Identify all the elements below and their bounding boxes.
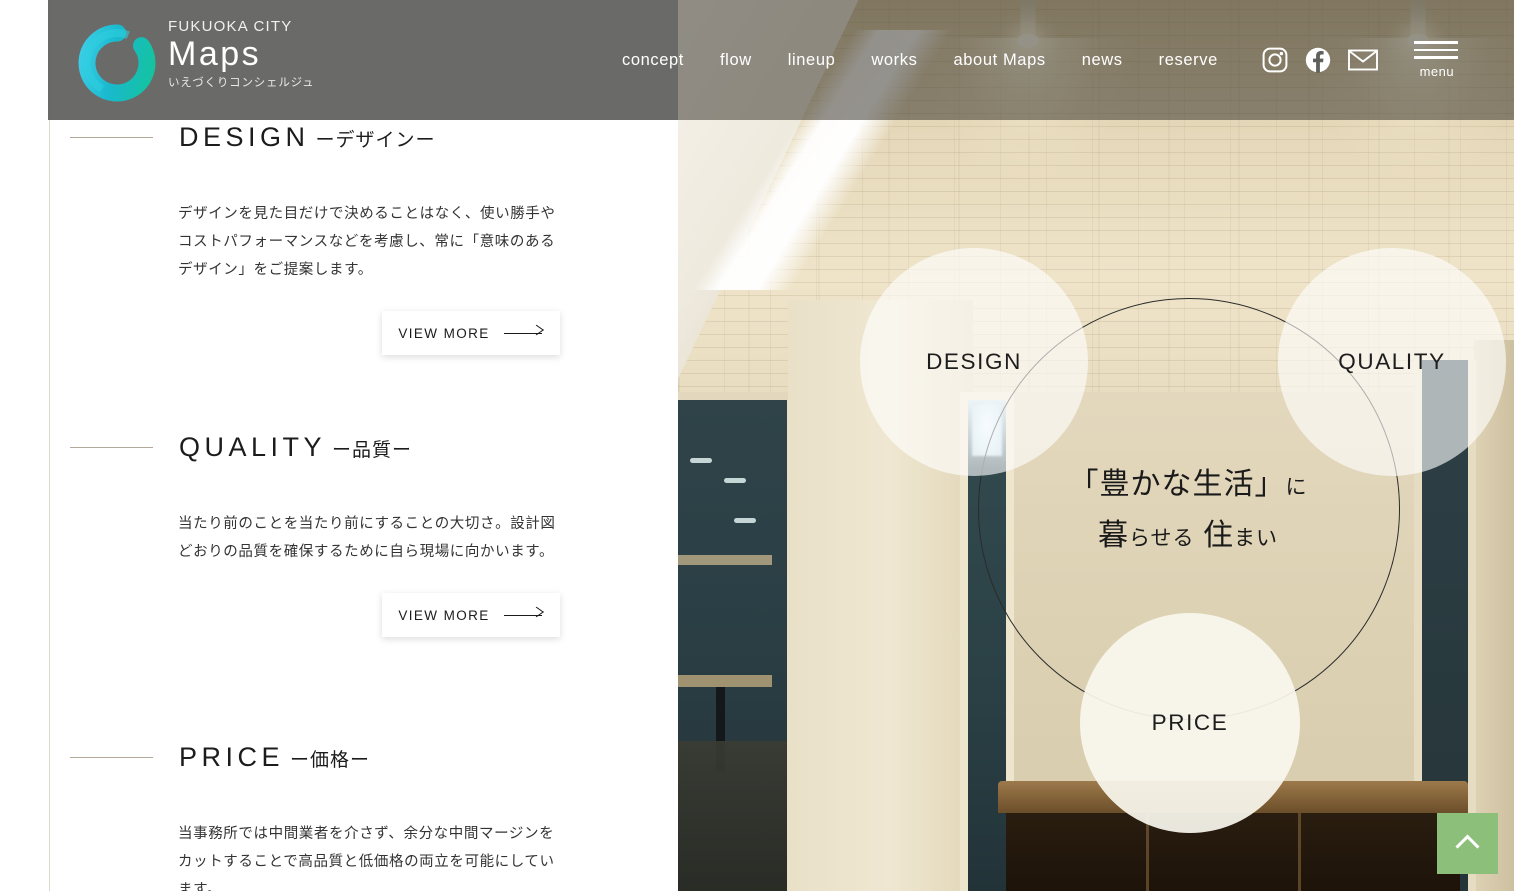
heading-rule — [70, 757, 153, 758]
section-quality-heading: QUALITY ー品質ー — [0, 432, 678, 463]
nav-item-reserve[interactable]: reserve — [1141, 51, 1236, 70]
design-view-more-button[interactable]: VIEW MORE — [382, 311, 560, 355]
nav-item-news[interactable]: news — [1064, 51, 1141, 70]
bubble-design-label: DESIGN — [926, 349, 1022, 374]
section-design: DESIGN ーデザインー デザインを見た目だけで決めることはなく、使い勝手やコス… — [0, 122, 678, 355]
section-quality-title-en: QUALITY — [179, 432, 327, 462]
quality-view-more-button[interactable]: VIEW MORE — [382, 593, 560, 637]
glass-partition-doorway — [678, 400, 792, 891]
heading-rule — [70, 137, 153, 138]
mail-icon[interactable] — [1347, 49, 1378, 71]
bubble-price-label: PRICE — [1151, 710, 1229, 735]
section-design-title-en: DESIGN — [179, 122, 310, 152]
nav-item-flow[interactable]: flow — [702, 51, 770, 70]
scroll-to-top-button[interactable] — [1437, 813, 1498, 874]
section-design-heading: DESIGN ーデザインー — [0, 122, 678, 153]
arrow-right-icon — [503, 611, 544, 620]
brand-subtitle: いえづくりコンシェルジュ — [168, 77, 315, 89]
bubble-quality[interactable]: QUALITY — [1278, 248, 1506, 476]
social-links — [1262, 47, 1378, 73]
chevron-up-icon — [1455, 834, 1480, 859]
nav-item-about-maps[interactable]: about Maps — [935, 51, 1063, 70]
page-root: DESIGN QUALITY PRICE 「豊かな生活」に 暮らせる 住まい D… — [0, 0, 1514, 891]
heading-rule — [70, 447, 153, 448]
quality-view-more-label: VIEW MORE — [398, 607, 490, 623]
arrow-right-icon — [503, 329, 544, 338]
section-price-title-en: PRICE — [179, 742, 285, 772]
facebook-icon[interactable] — [1305, 47, 1331, 73]
section-price-body: 当事務所では中間業者を介さず、余分な中間マージンをカットすることで高品質と低価格… — [178, 826, 555, 891]
section-price-heading: PRICE ー価格ー — [0, 742, 678, 773]
main-navigation: concept flow lineup works about Maps new… — [604, 0, 1460, 120]
nav-item-works[interactable]: works — [853, 51, 935, 70]
content-panel: DESIGN ーデザインー デザインを見た目だけで決めることはなく、使い勝手やコス… — [0, 0, 678, 891]
section-quality: QUALITY ー品質ー 当たり前のことを当たり前にすることの大切さ。設計図どおり… — [0, 432, 678, 637]
bubble-design[interactable]: DESIGN — [860, 248, 1088, 476]
bubble-price[interactable]: PRICE — [1080, 613, 1300, 833]
nav-item-lineup[interactable]: lineup — [770, 51, 854, 70]
instagram-icon[interactable] — [1262, 47, 1288, 73]
site-header: FUKUOKA CITY Maps いえづくりコンシェルジュ concept f… — [0, 0, 1514, 120]
bubble-quality-label: QUALITY — [1338, 349, 1446, 374]
brush-ring-logo-icon — [78, 24, 156, 102]
section-price: PRICE ー価格ー 当事務所では中間業者を介さず、余分な中間マージンをカットする… — [0, 742, 678, 891]
section-design-title-jp: ーデザインー — [315, 130, 436, 151]
section-quality-title-jp: ー品質ー — [332, 440, 413, 461]
section-price-title-jp: ー価格ー — [290, 750, 371, 771]
brand-logo[interactable]: FUKUOKA CITY Maps いえづくりコンシェルジュ — [78, 18, 314, 102]
section-design-body: デザインを見た目だけで決めることはなく、使い勝手やコストパフォーマンスなどを考慮… — [178, 206, 556, 278]
menu-button-label: menu — [1419, 63, 1455, 79]
hamburger-icon — [1413, 41, 1458, 44]
brand-supertitle: FUKUOKA CITY — [168, 18, 293, 35]
brand-title: Maps — [168, 35, 262, 73]
section-quality-body: 当たり前のことを当たり前にすることの大切さ。設計図どおりの品質を確保するために自… — [178, 516, 556, 560]
nav-item-concept[interactable]: concept — [604, 51, 702, 70]
menu-button[interactable]: menu — [1413, 41, 1460, 79]
design-view-more-label: VIEW MORE — [398, 325, 490, 341]
